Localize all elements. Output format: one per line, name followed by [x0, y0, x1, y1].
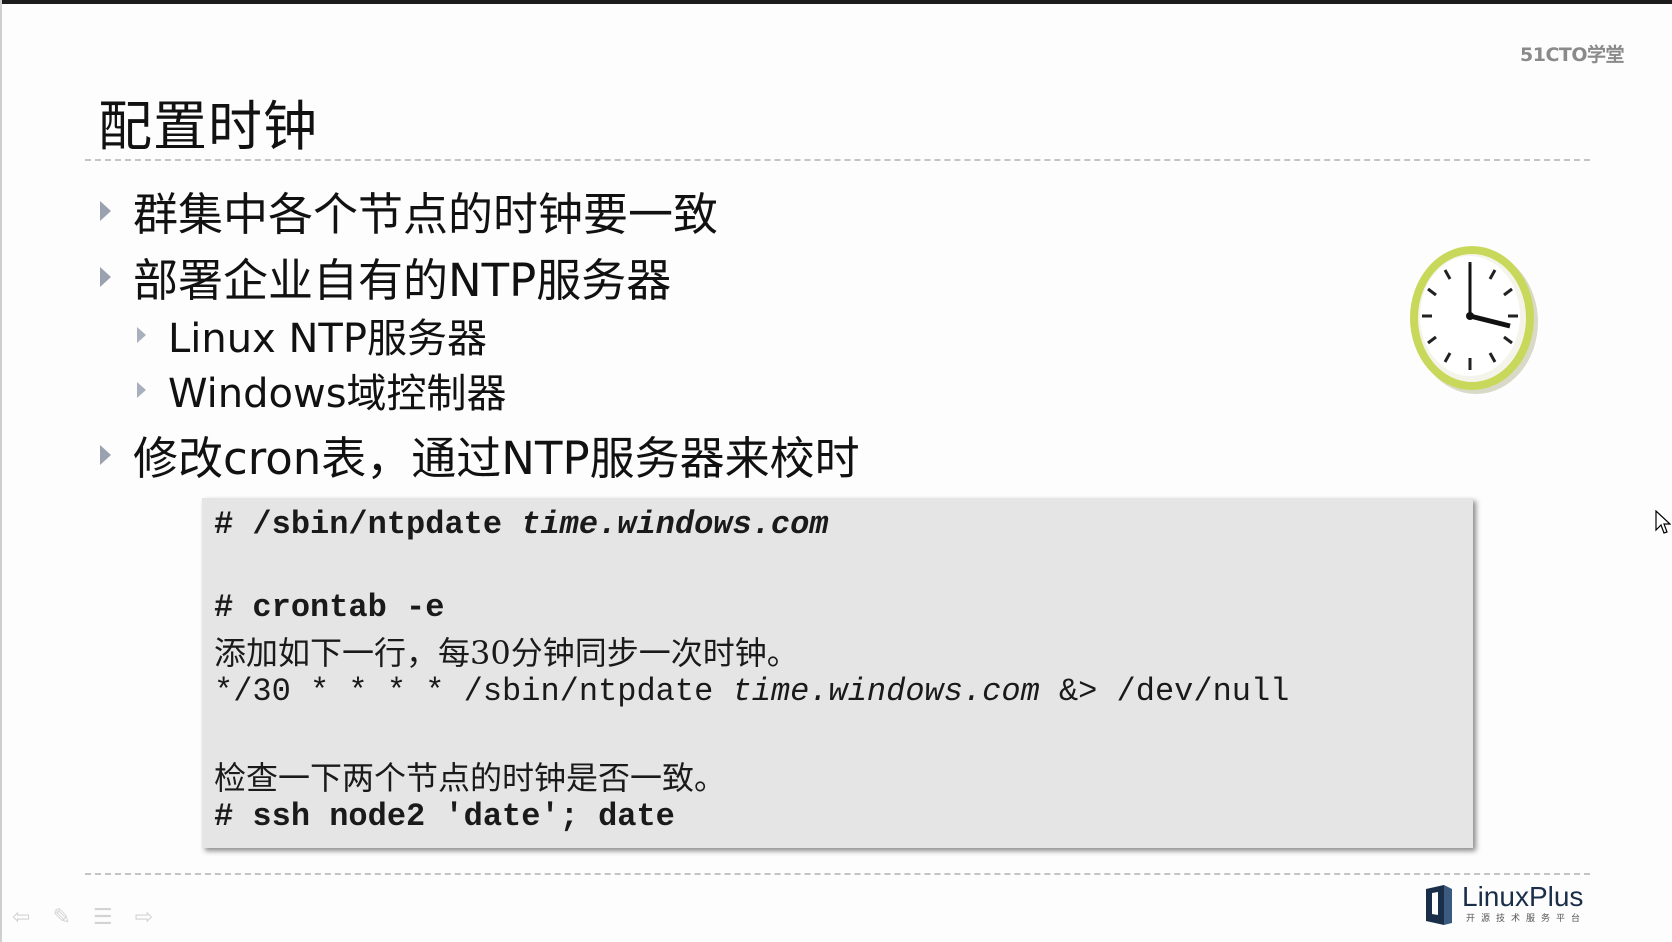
subbullet-text: Linux NTP服务器 — [168, 316, 487, 362]
code-comment-check: 检查一下两个节点的时钟是否一致。 — [214, 759, 727, 797]
code-line-crontab: # crontab -e — [214, 589, 445, 626]
bullet-cron: 修改cron表，通过NTP服务器来校时 — [100, 422, 860, 487]
window-top-border — [0, 0, 1672, 4]
arrow-left-icon[interactable]: ⇦ — [12, 905, 30, 930]
code-host: time.windows.com — [521, 506, 829, 543]
code-line-ntpdate: # /sbin/ntpdate time.windows.com — [214, 506, 829, 543]
footer-divider — [85, 873, 1590, 875]
code-comment-add-line: 添加如下一行，每30分钟同步一次时钟。 — [214, 634, 799, 672]
linuxplus-logo: LinuxPlus 开源技术服务平台 — [1424, 883, 1586, 927]
bullet-cluster-clock: 群集中各个节点的时钟要一致 — [100, 178, 718, 243]
subbullet-text: Windows域控制器 — [168, 371, 507, 417]
bullet-text: 群集中各个节点的时钟要一致 — [133, 188, 719, 241]
window-left-border — [0, 0, 2, 942]
code-host: time.windows.com — [732, 673, 1040, 710]
bullet-arrow-icon — [100, 200, 111, 221]
clock-icon — [1400, 242, 1545, 401]
linuxplus-logo-icon — [1426, 885, 1452, 925]
code-command: # /sbin/ntpdate — [214, 506, 522, 543]
bullet-ntp-server: 部署企业自有的NTP服务器 — [100, 244, 671, 309]
subbullet-linux-ntp: Linux NTP服务器 — [137, 306, 487, 364]
logo-name: LinuxPlus — [1462, 881, 1584, 912]
code-redirect: &> /dev/null — [1039, 673, 1290, 710]
code-line-cron-entry: */30 * * * * /sbin/ntpdate time.windows.… — [214, 673, 1289, 710]
mouse-cursor-icon — [1655, 509, 1672, 540]
code-block: # /sbin/ntpdate time.windows.com # cront… — [202, 498, 1473, 848]
title-divider — [85, 159, 1590, 161]
bullet-arrow-icon — [100, 266, 111, 287]
bullet-arrow-icon — [100, 444, 111, 465]
subbullet-arrow-icon — [137, 327, 146, 343]
menu-icon[interactable]: ☰ — [93, 905, 113, 930]
pen-icon[interactable]: ✎ — [52, 905, 70, 930]
bullet-text: 修改cron表，通过NTP服务器来校时 — [133, 432, 860, 485]
subbullet-windows-dc: Windows域控制器 — [137, 361, 507, 419]
code-line-ssh: # ssh node2 'date'; date — [214, 798, 675, 835]
brand-watermark: 51CTO学堂 — [1520, 44, 1625, 66]
slide-nav-controls: ⇦ ✎ ☰ ⇨ — [12, 905, 153, 930]
arrow-right-icon[interactable]: ⇨ — [135, 905, 153, 930]
slide-title: 配置时钟 — [98, 95, 318, 158]
bullet-text: 部署企业自有的NTP服务器 — [133, 254, 672, 307]
subbullet-arrow-icon — [137, 382, 146, 398]
logo-tagline: 开源技术服务平台 — [1466, 913, 1587, 923]
code-cron-schedule: */30 * * * * /sbin/ntpdate — [214, 673, 733, 710]
